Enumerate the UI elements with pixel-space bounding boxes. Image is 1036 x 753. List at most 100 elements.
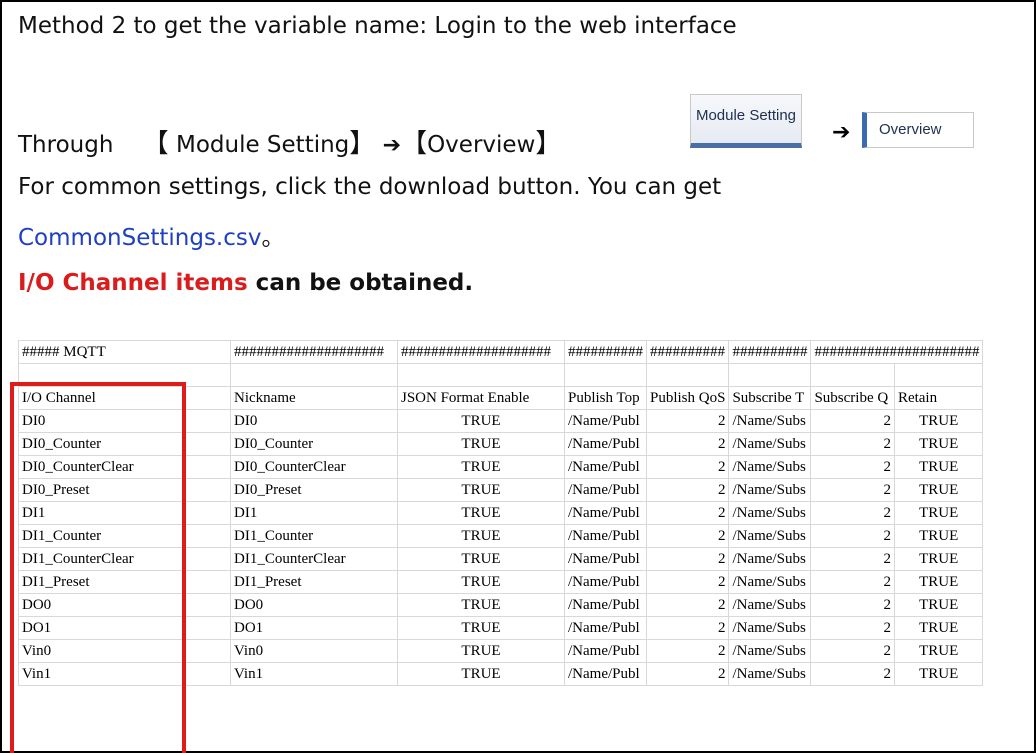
csv-file-link: CommonSettings.csv <box>18 225 262 251</box>
sheet-cell: /Name/Publ <box>564 409 647 433</box>
result-statement: I/O Channel items can be obtained. <box>18 269 473 297</box>
sheet-cell: ##### MQTT <box>18 340 231 364</box>
sheet-cell: 2 <box>645 432 730 456</box>
sheet-cell: #################### <box>397 340 565 364</box>
sheet-cell: Nickname <box>230 386 398 410</box>
sheet-cell: /Name/Publ <box>564 501 647 525</box>
sheet-cell: TRUE <box>893 432 984 456</box>
sheet-cell: ########## <box>728 340 812 364</box>
sheet-cell: TRUE <box>893 501 984 525</box>
sheet-cell: 2 <box>645 478 730 502</box>
sheet-cell <box>728 363 812 387</box>
overview-button[interactable]: Overview <box>862 112 974 148</box>
sheet-cell: /Name/Subs <box>728 593 812 617</box>
sheet-cell: /Name/Subs <box>728 432 812 456</box>
sheet-cell: /Name/Publ <box>564 616 647 640</box>
sheet-cell: DO0 <box>230 593 398 617</box>
sheet-cell: 2 <box>645 593 730 617</box>
instruction-text: For common settings, click the download … <box>18 174 722 200</box>
sheet-cell: DO1 <box>230 616 398 640</box>
sheet-cell <box>810 363 895 387</box>
sheet-cell: 2 <box>810 432 895 456</box>
bracket-open: 【 <box>401 129 428 159</box>
sheet-cell: TRUE <box>397 409 565 433</box>
sheet-cell: #################### <box>230 340 398 364</box>
sheet-cell: 2 <box>645 616 730 640</box>
module-setting-step: Module Setting <box>175 132 350 158</box>
sheet-cell: /Name/Subs <box>728 639 812 663</box>
sheet-cell: 2 <box>645 639 730 663</box>
bracket-close: 】 <box>349 129 376 159</box>
sheet-cell: Vin1 <box>230 662 398 686</box>
sheet-cell: TRUE <box>397 593 565 617</box>
sheet-cell: /Name/Publ <box>564 639 647 663</box>
sheet-cell: 2 <box>810 662 895 686</box>
sheet-cell: TRUE <box>397 639 565 663</box>
sheet-cell: TRUE <box>397 524 565 548</box>
overview-step: Overview <box>427 132 536 158</box>
sheet-cell: Subscribe T <box>728 386 812 410</box>
sheet-cell: /Name/Subs <box>728 616 812 640</box>
sheet-cell: 2 <box>810 593 895 617</box>
arrow-icon: ➔ <box>382 133 402 158</box>
csv-filename: CommonSettings.csv。 <box>18 224 284 252</box>
sheet-cell <box>645 363 730 387</box>
through-label: Through <box>18 132 114 158</box>
sheet-cell <box>230 363 398 387</box>
sheet-cell: 2 <box>810 547 895 571</box>
result-rest: can be obtained. <box>247 270 474 296</box>
sheet-cell: /Name/Publ <box>564 570 647 594</box>
sheet-cell: TRUE <box>893 478 984 502</box>
sheet-cell: ########## <box>564 340 647 364</box>
sheet-cell: /Name/Publ <box>564 455 647 479</box>
navigation-path: Through 【 Module Setting】 ➔【Overview】 <box>18 130 561 160</box>
sheet-cell: 2 <box>645 455 730 479</box>
bracket-open: 【 <box>142 129 169 159</box>
sheet-cell: /Name/Publ <box>564 593 647 617</box>
sheet-cell: /Name/Publ <box>564 547 647 571</box>
sheet-cell: TRUE <box>893 409 984 433</box>
sheet-cell: DI1_Counter <box>230 524 398 548</box>
sheet-cell: /Name/Subs <box>728 570 812 594</box>
sheet-cell: TRUE <box>397 616 565 640</box>
sheet-cell: DI0_CounterClear <box>230 455 398 479</box>
sheet-cell: TRUE <box>397 570 565 594</box>
sheet-cell: 2 <box>645 501 730 525</box>
sheet-cell: 2 <box>810 409 895 433</box>
arrow-icon: ➔ <box>832 120 851 145</box>
sheet-cell: ########## <box>645 340 730 364</box>
sheet-cell: /Name/Subs <box>728 455 812 479</box>
sheet-cell: 2 <box>810 570 895 594</box>
sheet-cell: DI0_Preset <box>230 478 398 502</box>
sheet-cell: DI0 <box>230 409 398 433</box>
module-setting-button[interactable]: Module Setting <box>690 94 802 148</box>
io-channel-highlight: I/O Channel items <box>18 270 248 296</box>
sheet-cell <box>893 363 984 387</box>
sheet-cell: Vin0 <box>230 639 398 663</box>
sheet-cell: /Name/Publ <box>564 432 647 456</box>
sheet-cell: TRUE <box>397 478 565 502</box>
sheet-cell: TRUE <box>397 432 565 456</box>
sheet-cell: 2 <box>645 662 730 686</box>
sheet-cell: /Name/Subs <box>728 501 812 525</box>
sheet-cell: 2 <box>645 570 730 594</box>
sheet-cell: Publish Top <box>564 386 647 410</box>
sheet-cell: 2 <box>810 524 895 548</box>
sheet-cell: /Name/Publ <box>564 524 647 548</box>
sheet-cell: 2 <box>810 478 895 502</box>
sheet-cell: Subscribe Q <box>810 386 895 410</box>
sheet-cell <box>564 363 647 387</box>
sheet-cell: /Name/Subs <box>728 478 812 502</box>
sheet-cell: 2 <box>645 547 730 571</box>
sheet-cell: DI0_Counter <box>230 432 398 456</box>
sheet-cell: TRUE <box>893 524 984 548</box>
sheet-cell: 2 <box>645 524 730 548</box>
sheet-cell: /Name/Publ <box>564 662 647 686</box>
sheet-cell: ###################### <box>810 340 984 364</box>
sheet-cell: TRUE <box>397 547 565 571</box>
sheet-cell: /Name/Subs <box>728 524 812 548</box>
sheet-cell: TRUE <box>893 662 984 686</box>
sheet-cell: TRUE <box>893 639 984 663</box>
sheet-cell: 2 <box>810 501 895 525</box>
method-heading: Method 2 to get the variable name: Login… <box>18 13 737 39</box>
